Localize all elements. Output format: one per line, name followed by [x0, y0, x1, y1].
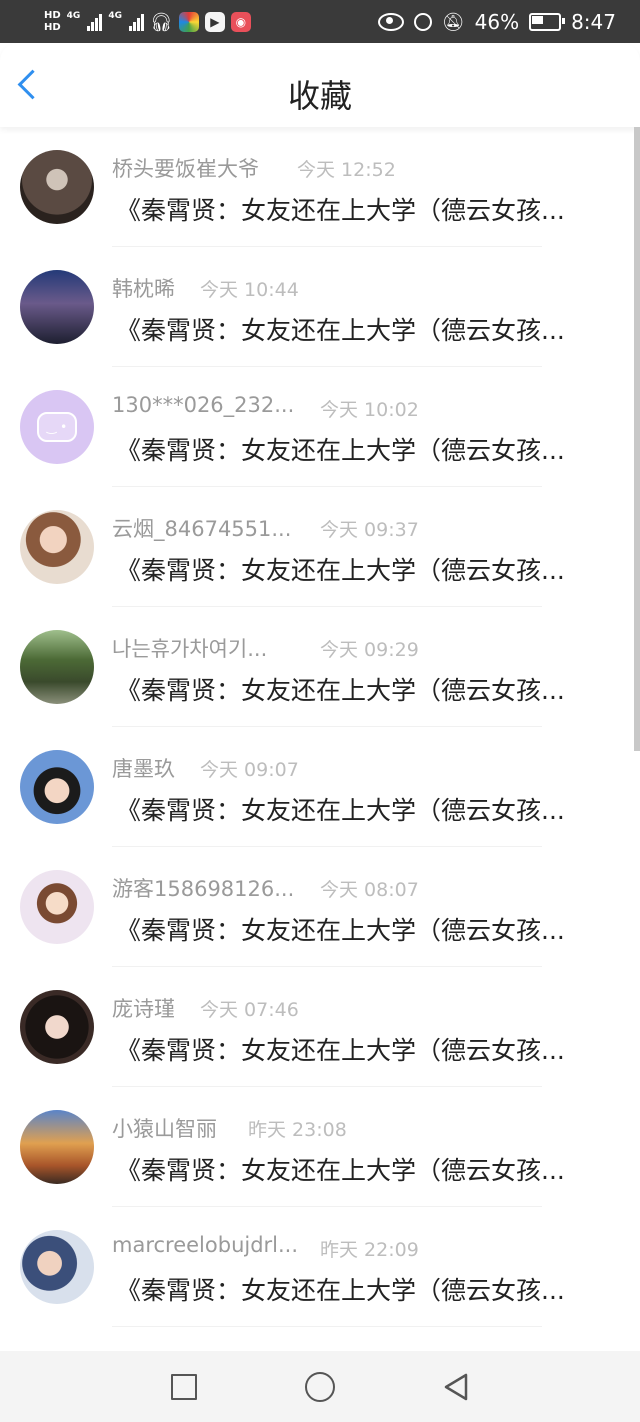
avatar[interactable] — [20, 1110, 94, 1184]
user-name: 나는휴가차여기... — [112, 637, 268, 661]
signal-strength-icon-2 — [128, 13, 144, 31]
page-title: 收藏 — [287, 77, 352, 115]
message-preview: 《秦霄贤：女友还在上大学（德云女孩... — [116, 796, 565, 825]
headphones-icon: 🎧︎ — [149, 11, 173, 33]
battery-percent: 46% — [474, 10, 520, 34]
timestamp: 今天 10:44 — [200, 279, 299, 301]
list-item[interactable]: marcreelobujdrl... 昨天 22:09 《秦霄贤：女友还在上大学… — [0, 1207, 640, 1327]
message-preview: 《秦霄贤：女友还在上大学（德云女孩... — [116, 316, 565, 345]
message-preview: 《秦霄贤：女友还在上大学（德云女孩... — [116, 196, 565, 225]
status-bar: HD HD 4G 4G 🎧︎ ▶ ◉ 🔕︎ 46% 8:47 — [0, 0, 640, 43]
user-name: 韩枕晞 — [112, 277, 175, 301]
timestamp: 今天 09:07 — [200, 759, 299, 781]
user-name: 云烟_84674551... — [112, 517, 292, 541]
list-item[interactable]: 韩枕晞 今天 10:44 《秦霄贤：女友还在上大学（德云女孩... — [0, 247, 640, 367]
list-item[interactable]: 游客158698126... 今天 08:07 《秦霄贤：女友还在上大学（德云女… — [0, 847, 640, 967]
favorites-list: 桥头要饭崔大爷 今天 12:52 《秦霄贤：女友还在上大学（德云女孩... 韩枕… — [0, 127, 640, 1351]
list-item[interactable]: 桥头要饭崔大爷 今天 12:52 《秦霄贤：女友还在上大学（德云女孩... — [0, 127, 640, 247]
list-item[interactable]: 나는휴가차여기... 今天 09:29 《秦霄贤：女友还在上大学（德云女孩... — [0, 607, 640, 727]
avatar[interactable] — [20, 750, 94, 824]
hd-bottom-label: HD — [44, 22, 61, 33]
avatar[interactable] — [20, 150, 94, 224]
list-item[interactable]: 云烟_84674551... 今天 09:37 《秦霄贤：女友还在上大学（德云女… — [0, 487, 640, 607]
scrollbar[interactable] — [634, 127, 640, 751]
mute-bell-icon: 🔕︎ — [441, 11, 465, 33]
square-icon[interactable] — [171, 1374, 197, 1400]
triangle-back-icon[interactable] — [442, 1372, 470, 1402]
list-item[interactable]: 唐墨玖 今天 09:07 《秦霄贤：女友还在上大学（德云女孩... — [0, 727, 640, 847]
avatar[interactable] — [20, 270, 94, 344]
avatar[interactable] — [20, 990, 94, 1064]
timestamp: 今天 10:02 — [320, 399, 419, 421]
user-name: 130***026_232... — [112, 393, 295, 417]
timestamp: 昨天 23:08 — [248, 1119, 347, 1141]
list-item[interactable]: 庞诗瑾 今天 07:46 《秦霄贤：女友还在上大学（德云女孩... — [0, 967, 640, 1087]
message-preview: 《秦霄贤：女友还在上大学（德云女孩... — [116, 1276, 565, 1305]
message-preview: 《秦霄贤：女友还在上大学（德云女孩... — [116, 676, 565, 705]
avatar[interactable] — [20, 630, 94, 704]
avatar[interactable] — [20, 1230, 94, 1304]
list-item[interactable]: ‿ • 130***026_232... 今天 10:02 《秦霄贤：女友还在上… — [0, 367, 640, 487]
avatar[interactable] — [20, 870, 94, 944]
circle-icon[interactable] — [305, 1372, 335, 1402]
hd-top-label: HD — [44, 10, 61, 21]
message-preview: 《秦霄贤：女友还在上大学（德云女孩... — [116, 1036, 565, 1065]
user-name: 桥头要饭崔大爷 — [112, 157, 259, 181]
hd-indicator: HD HD — [44, 10, 61, 34]
user-name: 庞诗瑾 — [112, 997, 175, 1021]
chat-bubble-icon: ‿ • — [37, 412, 77, 442]
status-right: 🔕︎ 46% 8:47 — [377, 4, 616, 40]
message-preview: 《秦霄贤：女友还在上大学（德云女孩... — [116, 556, 565, 585]
message-preview: 《秦霄贤：女友还在上大学（德云女孩... — [116, 1156, 565, 1185]
system-nav-bar — [0, 1351, 640, 1422]
timestamp: 今天 08:07 — [320, 879, 419, 901]
play-app-icon: ▶ — [204, 12, 225, 32]
divider — [112, 1326, 542, 1327]
app-notification-icon-1 — [178, 12, 199, 32]
signal-strength-icon-1 — [87, 13, 103, 31]
eye-comfort-icon — [377, 13, 404, 31]
avatar[interactable] — [20, 510, 94, 584]
clock: 8:47 — [571, 10, 616, 34]
list-item[interactable]: 小猿山智丽 昨天 23:08 《秦霄贤：女友还在上大学（德云女孩... — [0, 1087, 640, 1207]
timestamp: 今天 09:37 — [320, 519, 419, 541]
status-left: HD HD 4G 4G 🎧︎ ▶ ◉ — [44, 4, 251, 40]
app-header: 收藏 — [0, 43, 640, 127]
user-name: marcreelobujdrl... — [112, 1233, 299, 1257]
network-type-2: 4G — [108, 11, 122, 21]
alarm-icon — [413, 13, 432, 31]
timestamp: 昨天 22:09 — [320, 1239, 419, 1261]
user-name: 唐墨玖 — [112, 757, 175, 781]
user-name: 游客158698126... — [112, 877, 295, 901]
timestamp: 今天 12:52 — [297, 159, 396, 181]
message-preview: 《秦霄贤：女友还在上大学（德云女孩... — [116, 916, 565, 945]
user-name: 小猿山智丽 — [112, 1117, 217, 1141]
avatar[interactable]: ‿ • — [20, 390, 94, 464]
message-preview: 《秦霄贤：女友还在上大学（德云女孩... — [116, 436, 565, 465]
battery-icon — [529, 13, 566, 31]
timestamp: 今天 09:29 — [320, 639, 419, 661]
network-type-1: 4G — [66, 11, 81, 21]
app-notification-icon-3: ◉ — [230, 12, 251, 32]
timestamp: 今天 07:46 — [200, 999, 299, 1021]
